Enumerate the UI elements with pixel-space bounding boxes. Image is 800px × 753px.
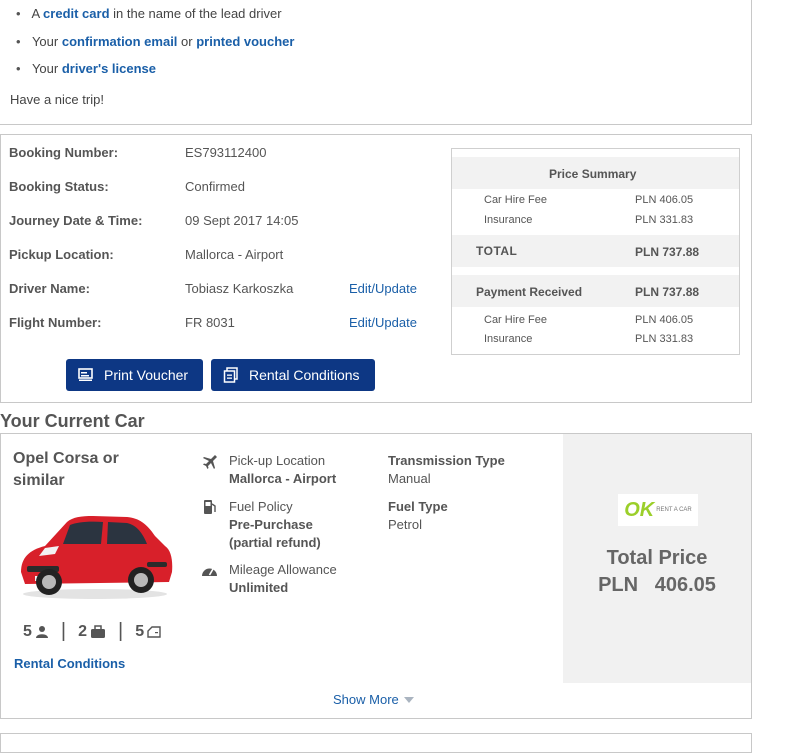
documents-icon bbox=[223, 367, 238, 383]
total-row: TOTAL PLN 737.88 bbox=[452, 235, 739, 267]
supplier-logo: OK RENT A CAR bbox=[618, 494, 698, 526]
next-panel bbox=[0, 733, 752, 753]
payment-received-row: Payment Received PLN 737.88 bbox=[452, 275, 739, 307]
payment-received-label: Payment Received bbox=[476, 285, 583, 299]
car-hire-fee-label: Car Hire Fee bbox=[484, 194, 547, 206]
car-name: Opel Corsa or similar bbox=[13, 448, 119, 492]
car-door-icon bbox=[147, 625, 161, 638]
requirement-text: Your bbox=[31, 34, 62, 49]
show-more-label: Show More bbox=[333, 692, 399, 707]
capacity-divider: | bbox=[60, 620, 67, 642]
show-more-toggle[interactable]: Show More bbox=[333, 692, 415, 707]
supplier-logo-subtext: RENT A CAR bbox=[656, 507, 692, 513]
confirmation-email-link[interactable]: confirmation email bbox=[62, 34, 178, 49]
total-price-value: PLN 406.05 bbox=[598, 574, 716, 596]
fuel-policy-value: Pre-Purchase bbox=[229, 517, 313, 532]
price-summary: Price Summary Car Hire Fee PLN 406.05 In… bbox=[451, 148, 740, 355]
drivers-license-link[interactable]: driver's license bbox=[62, 61, 156, 76]
fuel-policy-refund: (partial refund) bbox=[229, 535, 321, 550]
flight-number-value: FR 8031 bbox=[185, 315, 235, 330]
mileage-label: Mileage Allowance bbox=[229, 562, 337, 577]
pickup-location-value: Mallorca - Airport bbox=[185, 247, 284, 262]
capacity-divider: | bbox=[118, 620, 124, 642]
requirement-item: Your confirmation email or printed vouch… bbox=[16, 34, 295, 49]
requirement-text: Your bbox=[31, 61, 62, 76]
chevron-down-icon bbox=[403, 696, 414, 703]
requirement-text: in the name of the lead driver bbox=[109, 6, 282, 21]
voucher-icon bbox=[78, 368, 93, 381]
current-car-panel: Opel Corsa or similar 5 | 2 | 5 Rental C… bbox=[0, 433, 752, 719]
edit-flight-number-link[interactable]: Edit/Update bbox=[349, 315, 417, 330]
fuel-type-label: Fuel Type bbox=[388, 499, 448, 514]
rental-conditions-label: Rental Conditions bbox=[249, 367, 360, 383]
booking-status-value: Confirmed bbox=[185, 179, 245, 194]
paid-insurance-value: PLN 331.83 bbox=[635, 333, 694, 345]
mileage-value: Unlimited bbox=[229, 580, 289, 595]
total-value: PLN 737.88 bbox=[635, 245, 700, 259]
car-image bbox=[21, 516, 173, 599]
insurance-label: Insurance bbox=[484, 214, 533, 226]
car-hire-fee-value: PLN 406.05 bbox=[635, 194, 694, 206]
print-voucher-button[interactable]: Print Voucher bbox=[66, 359, 203, 391]
requirement-item: Your driver's license bbox=[16, 61, 156, 76]
booking-details-panel: Booking Number: ES793112400 Booking Stat… bbox=[0, 134, 752, 403]
seats-count: 5 bbox=[23, 622, 32, 640]
car-name-line: Opel Corsa or bbox=[13, 450, 119, 467]
price-summary-title: Price Summary bbox=[549, 167, 637, 181]
price-summary-header: Price Summary bbox=[452, 157, 739, 189]
payment-received-value: PLN 737.88 bbox=[635, 285, 700, 299]
driver-name-value: Tobiasz Karkoszka bbox=[185, 281, 294, 296]
transmission-label: Transmission Type bbox=[388, 453, 505, 468]
car-rental-conditions-link[interactable]: Rental Conditions bbox=[14, 656, 125, 671]
supplier-logo-mark: OK bbox=[624, 498, 655, 521]
requirements-panel: A credit card in the name of the lead dr… bbox=[0, 0, 752, 125]
closing-message: Have a nice trip! bbox=[10, 92, 104, 107]
flight-number-label: Flight Number: bbox=[9, 315, 102, 330]
driver-name-label: Driver Name: bbox=[9, 281, 90, 296]
fuel-pump-icon bbox=[204, 500, 216, 514]
total-price-panel: OK RENT A CAR Total Price PLN 406.05 bbox=[563, 434, 751, 683]
suitcase-icon bbox=[91, 624, 106, 638]
booking-status-label: Booking Status: bbox=[9, 179, 109, 194]
pickup-value: Mallorca - Airport bbox=[229, 471, 337, 486]
requirement-text: A bbox=[31, 6, 44, 21]
edit-driver-name-link[interactable]: Edit/Update bbox=[349, 281, 417, 296]
bags-count: 2 bbox=[78, 622, 88, 640]
total-label: TOTAL bbox=[476, 244, 518, 258]
person-icon bbox=[35, 625, 48, 638]
car-capacity: 5 | 2 | 5 bbox=[23, 620, 161, 643]
insurance-value: PLN 331.83 bbox=[635, 214, 694, 226]
requirement-text: or bbox=[177, 34, 197, 49]
booking-number-value: ES793112400 bbox=[185, 145, 267, 160]
car-name-line: similar bbox=[13, 472, 65, 489]
transmission-value: Manual bbox=[388, 471, 431, 486]
print-voucher-label: Print Voucher bbox=[104, 367, 189, 383]
rental-conditions-button[interactable]: Rental Conditions bbox=[211, 359, 375, 391]
total-price-label: Total Price bbox=[606, 547, 708, 569]
paid-car-hire-fee-label: Car Hire Fee bbox=[484, 314, 547, 326]
speedometer-icon bbox=[202, 568, 217, 576]
fuel-policy-label: Fuel Policy bbox=[229, 499, 293, 514]
pickup-location-label: Pickup Location: bbox=[9, 247, 114, 262]
printed-voucher-link[interactable]: printed voucher bbox=[196, 34, 294, 49]
current-car-heading: Your Current Car bbox=[0, 411, 145, 431]
booking-number-label: Booking Number: bbox=[9, 145, 119, 160]
paid-insurance-label: Insurance bbox=[484, 333, 533, 345]
journey-date-value: 09 Sept 2017 14:05 bbox=[185, 213, 299, 228]
airplane-icon bbox=[203, 455, 217, 469]
paid-car-hire-fee-value: PLN 406.05 bbox=[635, 314, 694, 326]
journey-date-label: Journey Date & Time: bbox=[9, 213, 143, 228]
credit-card-link[interactable]: credit card bbox=[43, 6, 109, 21]
fuel-type-value: Petrol bbox=[388, 517, 422, 532]
doors-count: 5 bbox=[135, 622, 145, 640]
pickup-label: Pick-up Location bbox=[229, 453, 326, 468]
requirement-item: A credit card in the name of the lead dr… bbox=[16, 6, 282, 21]
